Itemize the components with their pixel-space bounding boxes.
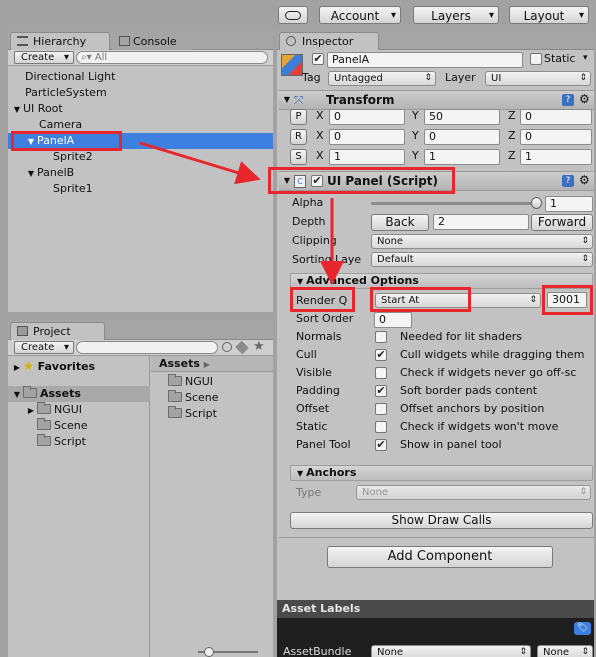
annotation-arrows [139,141,344,285]
annotation-arrow-to-component [139,141,261,185]
